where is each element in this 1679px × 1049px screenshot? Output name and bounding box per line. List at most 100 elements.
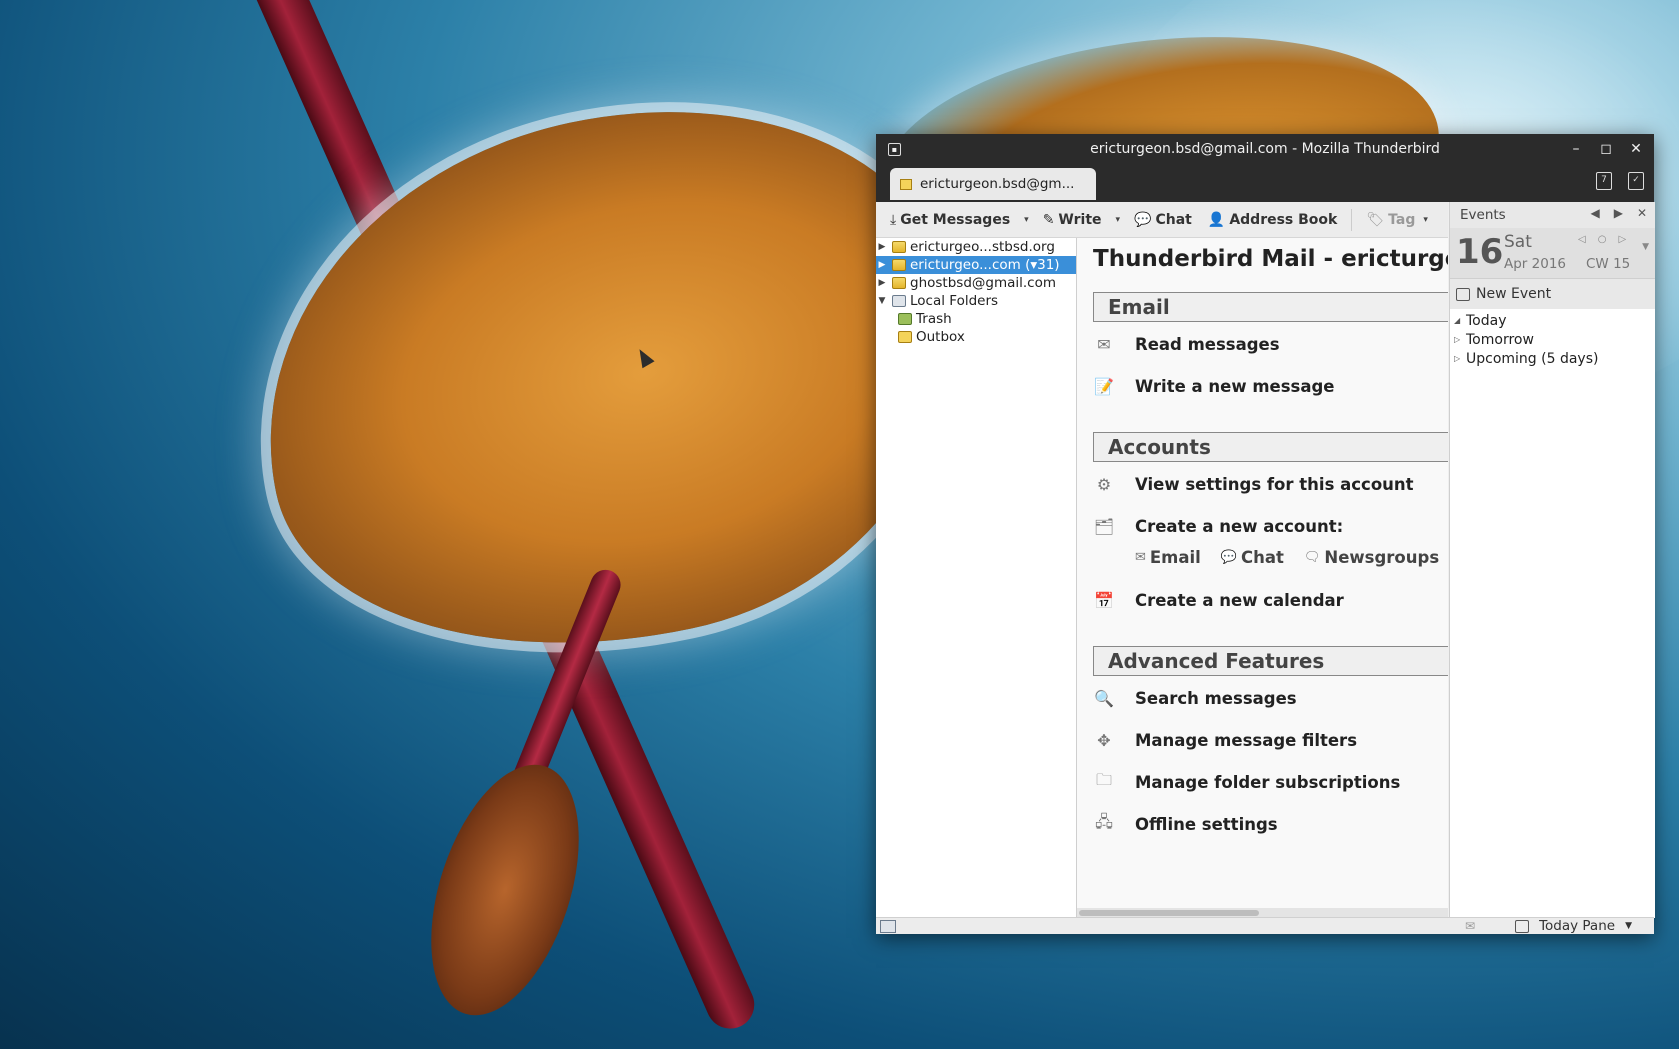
agenda-label: Upcoming (5 days) (1466, 350, 1599, 367)
write-label: Write (1058, 211, 1102, 228)
new-event-label: New Event (1476, 286, 1552, 302)
view-settings-link[interactable]: ⚙ View settings for this account (1093, 474, 1414, 494)
chat-button[interactable]: 💬 Chat (1128, 206, 1198, 234)
mail-toolbar: ⤓ Get Messages ▾ ✎ Write ▾ 💬 Chat 👤 Addr… (876, 202, 1448, 238)
tag-label: Tag (1388, 211, 1416, 228)
offline-settings-label: Offline settings (1135, 814, 1278, 834)
next-view-icon[interactable]: ▶ (1614, 206, 1623, 220)
account-lock-icon (892, 241, 906, 253)
previous-day-icon[interactable]: ◁ (1578, 234, 1586, 245)
previous-view-icon[interactable]: ◀ (1590, 206, 1599, 220)
get-messages-dropdown[interactable]: ▾ (1020, 215, 1033, 225)
folder-label: Trash (916, 311, 952, 327)
trash-icon (898, 313, 912, 325)
newsgroup-icon: 🗨 (1303, 550, 1321, 565)
address-book-button[interactable]: 👤 Address Book (1202, 206, 1343, 234)
chat-bubble-icon: 💬 (1134, 211, 1152, 228)
tag-icon: 🏷 (1366, 211, 1385, 228)
write-button[interactable]: ✎ Write (1037, 206, 1108, 234)
folder-label: ericturgeo...stbsd.org (910, 239, 1055, 255)
folder-icon: 🗀 (1095, 769, 1112, 789)
get-messages-button[interactable]: ⤓ Get Messages (884, 206, 1016, 234)
manage-filters-link[interactable]: ✥ Manage message filters (1093, 730, 1357, 750)
tag-button[interactable]: 🏷 Tag ▾ (1360, 206, 1438, 234)
pencil-icon: ✎ (1042, 211, 1055, 228)
expand-twisty-icon[interactable]: ▷ (1454, 354, 1466, 363)
expand-twisty-icon[interactable]: ▶ (876, 278, 888, 288)
create-calendar-label: Create a new calendar (1135, 590, 1344, 610)
envelope-icon: ✉ (1097, 334, 1111, 354)
manage-subscriptions-label: Manage folder subscriptions (1135, 772, 1401, 792)
create-account-options: ✉ Email 💬 Chat 🗨 Newsgroups (1135, 548, 1439, 567)
folder-label: Local Folders (910, 293, 999, 309)
folder-label: ericturgeo...com (▾31) (910, 257, 1060, 273)
expand-twisty-icon[interactable]: ▶ (876, 260, 888, 270)
create-calendar-link[interactable]: 📅 Create a new calendar (1093, 590, 1344, 610)
mini-day-display: 16 Sat Apr 2016 CW 15 ◁ ○ ▷ ▼ (1450, 228, 1655, 279)
folder-label: ghostbsd@gmail.com (910, 275, 1057, 291)
folder-row-account-3[interactable]: ▶ ghostbsd@gmail.com (876, 274, 1076, 292)
folder-row-local-folders[interactable]: ▼ Local Folders (876, 292, 1076, 310)
mini-calendar-dropdown-icon[interactable]: ▼ (1642, 242, 1649, 252)
manage-filters-label: Manage message filters (1135, 730, 1358, 750)
calendar-icon: 📅 (1094, 590, 1114, 610)
month-year: Apr 2016 (1504, 256, 1567, 272)
write-message-link[interactable]: 📝 Write a new message (1093, 376, 1335, 396)
unread-envelope-icon: ✉ (1465, 919, 1476, 933)
gear-icon: ⚙ (1096, 474, 1112, 494)
folder-row-trash[interactable]: Trash (876, 310, 1076, 328)
envelope-icon: ✉ (1135, 550, 1146, 565)
create-account-label: Create a new account: (1135, 516, 1344, 536)
offline-settings-link[interactable]: 🖧 Offline settings (1093, 812, 1278, 834)
write-message-label: Write a new message (1135, 376, 1335, 396)
folder-row-account-2[interactable]: ▶ ericturgeo...com (▾31) (876, 256, 1076, 274)
tag-dropdown: ▾ (1423, 214, 1428, 225)
chevron-down-icon[interactable]: ▼ (1625, 921, 1632, 931)
close-pane-icon[interactable]: ✕ (1637, 206, 1647, 220)
read-messages-link[interactable]: ✉ Read messages (1093, 334, 1279, 354)
expand-twisty-icon[interactable]: ▶ (876, 242, 888, 252)
collapse-twisty-icon[interactable]: ◢ (1454, 316, 1466, 325)
create-account-label-row: 🗂 Create a new account: (1093, 516, 1343, 536)
create-chat-label: Chat (1241, 548, 1284, 567)
window-titlebar[interactable]: ▪ ericturgeon.bsd@gmail.com - Mozilla Th… (876, 134, 1654, 166)
online-status-icon[interactable] (880, 919, 896, 933)
folder-row-outbox[interactable]: Outbox (876, 328, 1076, 346)
folder-row-account-1[interactable]: ▶ ericturgeo...stbsd.org (876, 238, 1076, 256)
minimize-button[interactable]: – (1568, 139, 1584, 159)
collapse-twisty-icon[interactable]: ▼ (876, 296, 888, 306)
new-event-calendar-icon (1456, 287, 1470, 301)
create-newsgroups-account-link[interactable]: 🗨 Newsgroups (1304, 548, 1439, 567)
write-dropdown[interactable]: ▾ (1112, 215, 1125, 225)
filter-icon: ✥ (1097, 730, 1111, 750)
agenda-list: ◢ Today ▷ Tomorrow ▷ Upcoming (5 days) (1450, 309, 1655, 918)
maximize-button[interactable]: ◻ (1598, 139, 1614, 159)
tab-account-home[interactable]: ericturgeon.bsd@gm... (890, 168, 1096, 200)
tasks-tab-icon[interactable]: ✓ (1628, 172, 1644, 190)
today-circle-icon[interactable]: ○ (1598, 234, 1607, 245)
mail-pane: ⤓ Get Messages ▾ ✎ Write ▾ 💬 Chat 👤 Addr… (876, 202, 1448, 934)
window-title: ericturgeon.bsd@gmail.com - Mozilla Thun… (1090, 141, 1440, 157)
agenda-tomorrow[interactable]: ▷ Tomorrow (1450, 330, 1655, 349)
next-day-icon[interactable]: ▷ (1618, 234, 1626, 245)
search-messages-link[interactable]: 🔍 Search messages (1093, 688, 1297, 708)
scrollbar-thumb[interactable] (1079, 910, 1259, 916)
agenda-upcoming[interactable]: ▷ Upcoming (5 days) (1450, 349, 1655, 368)
today-pane: Events ◀ ▶ ✕ 16 Sat Apr 2016 CW 15 ◁ ○ ▷… (1449, 202, 1655, 918)
expand-twisty-icon[interactable]: ▷ (1454, 335, 1466, 344)
today-pane-calendar-icon (1515, 919, 1530, 933)
calendar-week: CW 15 (1586, 256, 1631, 272)
address-book-label: Address Book (1229, 211, 1338, 228)
create-email-account-link[interactable]: ✉ Email (1135, 548, 1201, 567)
agenda-today[interactable]: ◢ Today (1450, 311, 1655, 330)
day-number: 16 (1456, 232, 1504, 272)
close-button[interactable]: ✕ (1628, 139, 1644, 159)
calendar-tab-icon[interactable]: 7 (1596, 172, 1612, 190)
account-central-page: Thunderbird Mail - ericturgeon.bsd@gmail… (1077, 238, 1448, 908)
manage-subscriptions-link[interactable]: 🗀 Manage folder subscriptions (1093, 769, 1401, 792)
create-chat-account-link[interactable]: 💬 Chat (1221, 548, 1284, 567)
today-pane-toggle[interactable]: Today Pane (1539, 918, 1615, 934)
folder-lock-icon (900, 178, 912, 190)
new-event-button[interactable]: New Event (1450, 279, 1655, 310)
tab-label: ericturgeon.bsd@gm... (920, 176, 1075, 192)
